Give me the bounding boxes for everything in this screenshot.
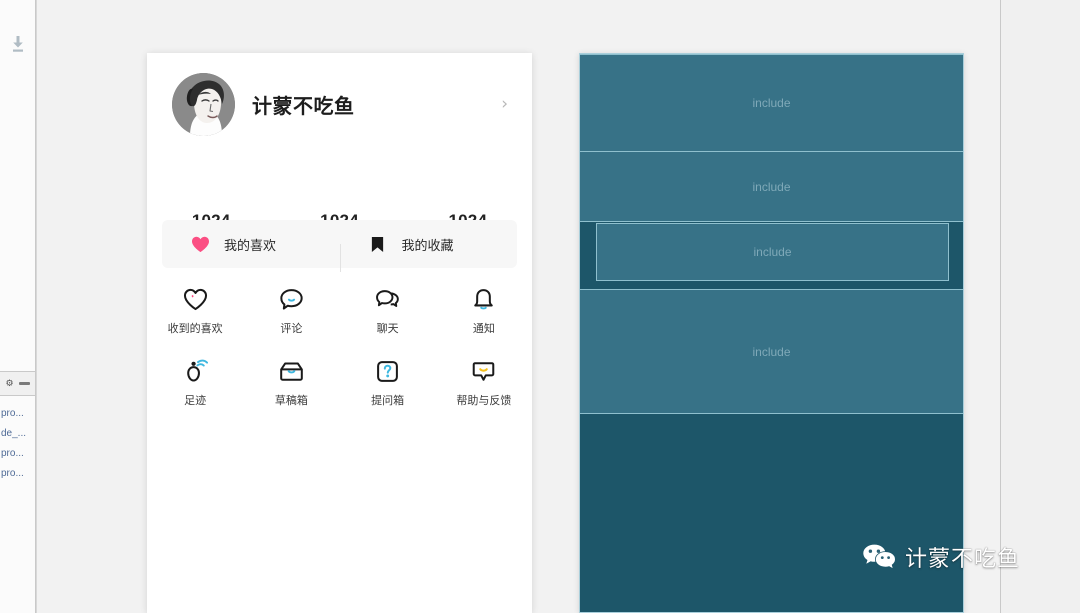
list-item[interactable]: pro... — [0, 444, 35, 464]
list-item[interactable]: de_... — [0, 424, 35, 444]
ide-file-list: pro... de_... pro... pro... — [0, 404, 35, 484]
include-block[interactable]: include — [580, 152, 963, 222]
avatar[interactable] — [172, 72, 235, 136]
menu-icon-grid: 收到的喜欢 评论 聊天 通知 足迹 草稿箱 提问箱 帮助与反馈 — [147, 286, 532, 408]
minimize-icon[interactable] — [18, 382, 30, 385]
menu-item-received-likes[interactable]: 收到的喜欢 — [147, 286, 243, 336]
question-box-icon — [375, 358, 401, 384]
wechat-account-name: 计蒙不吃鱼 — [905, 546, 1021, 571]
profile-header[interactable]: 计蒙不吃鱼 › — [147, 53, 532, 155]
menu-item-label: 收到的喜欢 — [167, 323, 223, 335]
menu-item-help-feedback[interactable]: 帮助与反馈 — [436, 358, 532, 408]
include-block-selected[interactable]: include — [596, 223, 949, 281]
heart-icon — [190, 234, 210, 254]
list-item[interactable]: pro... — [0, 464, 35, 484]
canvas-right-pad — [1001, 0, 1080, 613]
menu-item-question-box[interactable]: 提问箱 — [340, 358, 436, 408]
list-item[interactable]: pro... — [0, 404, 35, 424]
drafts-inbox-icon — [278, 358, 304, 384]
preview-canvas: 计蒙不吃鱼 › 1024 关注 1024 粉丝 1024 推荐 — [37, 0, 1000, 613]
menu-item-label: 草稿箱 — [274, 395, 308, 407]
my-likes-label: 我的喜欢 — [224, 237, 277, 253]
menu-item-label: 聊天 — [376, 323, 399, 335]
bell-icon — [471, 286, 497, 312]
bookmark-icon — [368, 234, 388, 254]
menu-item-label: 足迹 — [184, 395, 207, 407]
ide-left-rail: ⚙ pro... de_... pro... pro... — [0, 0, 36, 613]
favorites-strip: 我的喜欢 我的收藏 — [162, 220, 518, 272]
menu-item-comments[interactable]: 评论 — [243, 286, 339, 336]
profile-name: 计蒙不吃鱼 — [252, 95, 355, 118]
gear-icon[interactable]: ⚙ — [5, 379, 13, 388]
wechat-icon — [862, 543, 896, 571]
heart-outline-icon — [182, 286, 208, 312]
menu-item-footprints[interactable]: 足迹 — [147, 358, 243, 408]
include-block-selected-wrap: include — [580, 222, 963, 290]
my-collection-button[interactable]: 我的收藏 — [339, 234, 518, 272]
menu-item-drafts[interactable]: 草稿箱 — [243, 358, 339, 408]
comment-bubble-icon — [278, 286, 304, 312]
menu-item-notifications[interactable]: 通知 — [436, 286, 532, 336]
include-block[interactable]: include — [580, 54, 963, 152]
download-icon[interactable] — [10, 35, 26, 53]
rail-toolbar: ⚙ — [0, 371, 35, 396]
menu-item-label: 通知 — [472, 323, 495, 335]
help-feedback-icon — [471, 358, 497, 384]
chat-bubbles-icon — [375, 286, 401, 312]
menu-item-label: 评论 — [280, 323, 303, 335]
footprint-icon — [182, 358, 208, 384]
my-likes-button[interactable]: 我的喜欢 — [162, 234, 340, 254]
include-block[interactable]: include — [580, 290, 963, 414]
chevron-right-icon[interactable]: › — [501, 95, 508, 113]
menu-item-label: 提问箱 — [371, 395, 405, 407]
include-panel-empty-area — [580, 414, 963, 612]
wechat-watermark: 计蒙不吃鱼 — [862, 541, 1020, 573]
my-collection-label: 我的收藏 — [401, 237, 454, 253]
profile-card: 计蒙不吃鱼 › 1024 关注 1024 粉丝 1024 推荐 — [147, 53, 532, 613]
menu-item-chat[interactable]: 聊天 — [340, 286, 436, 336]
include-panel: include include include include — [579, 53, 964, 613]
menu-item-label: 帮助与反馈 — [456, 395, 512, 407]
